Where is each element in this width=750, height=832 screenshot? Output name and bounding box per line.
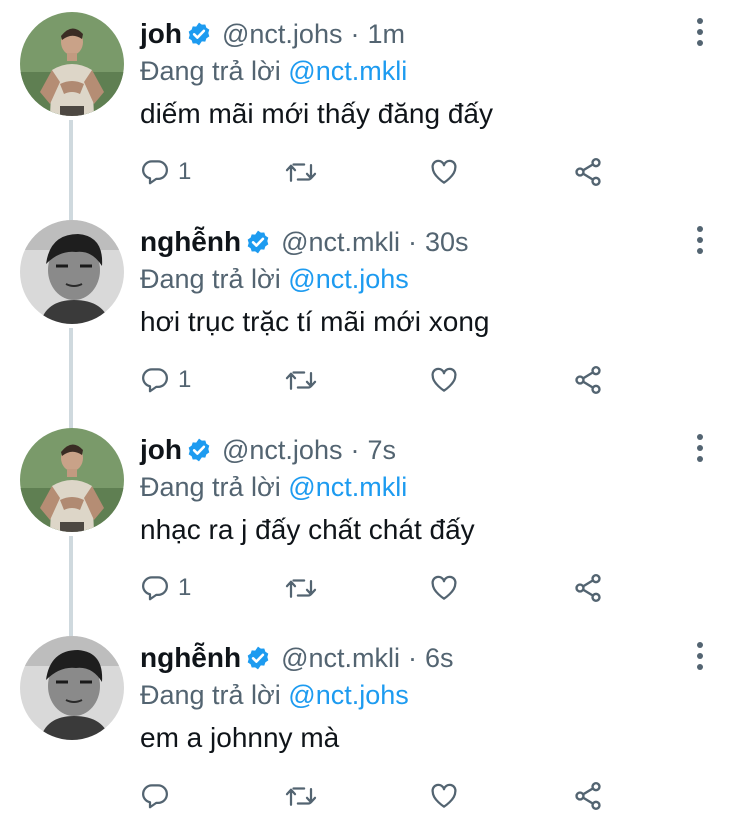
timestamp[interactable]: 1m (367, 19, 405, 50)
reply-button[interactable] (140, 776, 178, 816)
more-options-icon[interactable] (696, 642, 704, 672)
like-icon (431, 575, 457, 600)
reply-button[interactable]: 1 (140, 360, 191, 400)
verified-badge-icon (188, 438, 210, 462)
timestamp[interactable]: 7s (367, 435, 396, 466)
retweet-button[interactable] (284, 568, 318, 608)
tweet-actions: 1 (140, 152, 620, 192)
separator-dot: · (350, 434, 360, 465)
tweet-item[interactable]: nghễnh @nct.mkli · 6s Đang trả lời @nct.… (0, 624, 750, 832)
reply-count: 1 (178, 158, 192, 185)
reply-icon (142, 368, 168, 393)
tweet-header: nghễnh @nct.mkli · 6s (140, 638, 454, 678)
display-name[interactable]: nghễnh (140, 642, 241, 674)
tweet-item[interactable]: joh @nct.johs · 7s Đang trả lời @nct.mkl… (0, 416, 750, 624)
retweet-icon (285, 163, 317, 182)
reply-count: 1 (178, 574, 192, 601)
retweet-button[interactable] (284, 776, 318, 816)
verified-badge-icon (188, 22, 210, 46)
share-icon (575, 366, 601, 394)
tweet-thread: joh @nct.johs · 1m Đang trả lời @nct.mkl… (0, 0, 750, 828)
verified-badge-icon (247, 230, 269, 254)
user-handle[interactable]: @nct.johs (222, 435, 342, 466)
replying-to-label: Đang trả lời (140, 680, 281, 710)
mention-link[interactable]: @nct.johs (288, 680, 408, 710)
like-icon (431, 159, 457, 184)
tweet-header: joh @nct.johs · 1m (140, 14, 405, 54)
avatar-nghenh[interactable] (20, 636, 124, 740)
more-options-icon[interactable] (696, 434, 704, 464)
reply-button[interactable]: 1 (140, 568, 191, 608)
tweet-item[interactable]: joh @nct.johs · 1m Đang trả lời @nct.mkl… (0, 0, 750, 208)
more-options-icon[interactable] (696, 18, 704, 48)
avatar-joh[interactable] (20, 428, 124, 532)
tweet-text: hơi trục trặc tí mãi mới xong (140, 306, 490, 337)
like-button[interactable] (428, 568, 460, 608)
share-icon (575, 574, 601, 602)
avatar-nghenh[interactable] (20, 220, 124, 324)
mention-link[interactable]: @nct.mkli (288, 56, 407, 86)
replying-to-line: Đang trả lời @nct.johs (140, 264, 409, 295)
reply-icon (142, 784, 168, 809)
share-button[interactable] (572, 568, 604, 608)
user-handle[interactable]: @nct.mkli (281, 227, 400, 258)
tweet-actions (140, 776, 620, 816)
retweet-button[interactable] (284, 152, 318, 192)
avatar-joh[interactable] (20, 12, 124, 116)
timestamp[interactable]: 30s (425, 227, 469, 258)
like-button[interactable] (428, 152, 460, 192)
replying-to-line: Đang trả lời @nct.mkli (140, 472, 407, 503)
replying-to-line: Đang trả lời @nct.johs (140, 680, 409, 711)
separator-dot: · (408, 642, 418, 673)
retweet-icon (285, 787, 317, 806)
replying-to-label: Đang trả lời (140, 56, 281, 86)
display-name[interactable]: joh (140, 434, 182, 466)
user-handle[interactable]: @nct.johs (222, 19, 342, 50)
share-icon (575, 158, 601, 186)
tweet-header: joh @nct.johs · 7s (140, 430, 396, 470)
like-icon (431, 783, 457, 808)
share-button[interactable] (572, 776, 604, 816)
tweet-text: em a johnny mà (140, 722, 340, 753)
separator-dot: · (408, 226, 418, 257)
share-button[interactable] (572, 152, 604, 192)
tweet-text: diếm mãi mới thấy đăng đấy (140, 98, 493, 129)
like-icon (431, 367, 457, 392)
timestamp[interactable]: 6s (425, 643, 454, 674)
like-button[interactable] (428, 776, 460, 816)
mention-link[interactable]: @nct.johs (288, 264, 408, 294)
reply-icon (142, 576, 168, 601)
retweet-icon (285, 579, 317, 598)
verified-badge-icon (247, 646, 269, 670)
user-handle[interactable]: @nct.mkli (281, 643, 400, 674)
replying-to-line: Đang trả lời @nct.mkli (140, 56, 407, 87)
display-name[interactable]: nghễnh (140, 226, 241, 258)
separator-dot: · (350, 18, 360, 49)
reply-count: 1 (178, 366, 192, 393)
tweet-item[interactable]: nghễnh @nct.mkli · 30s Đang trả lời @nct… (0, 208, 750, 416)
replying-to-label: Đang trả lời (140, 472, 281, 502)
share-button[interactable] (572, 360, 604, 400)
retweet-icon (285, 371, 317, 390)
tweet-header: nghễnh @nct.mkli · 30s (140, 222, 469, 262)
like-button[interactable] (428, 360, 460, 400)
replying-to-label: Đang trả lời (140, 264, 281, 294)
reply-icon (142, 160, 168, 185)
more-options-icon[interactable] (696, 226, 704, 256)
retweet-button[interactable] (284, 360, 318, 400)
display-name[interactable]: joh (140, 18, 182, 50)
mention-link[interactable]: @nct.mkli (288, 472, 407, 502)
tweet-actions: 1 (140, 568, 620, 608)
share-icon (575, 782, 601, 810)
reply-button[interactable]: 1 (140, 152, 191, 192)
tweet-text: nhạc ra j đấy chất chát đấy (140, 514, 475, 545)
tweet-actions: 1 (140, 360, 620, 400)
